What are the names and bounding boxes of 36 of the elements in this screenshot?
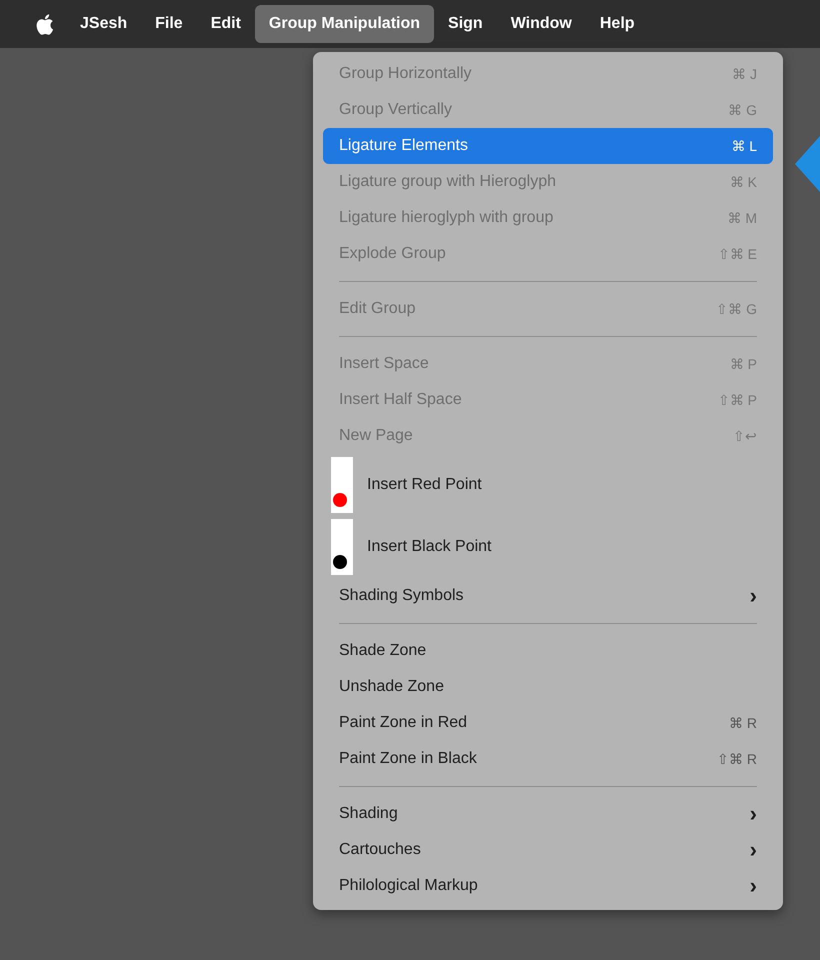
menu-bar-item[interactable]: Sign	[434, 5, 497, 43]
pointer-arrow-icon	[795, 136, 820, 192]
menu-item[interactable]: Insert Red Point	[323, 454, 773, 516]
menu-item[interactable]: Shade Zone	[323, 633, 773, 669]
menu-item[interactable]: Unshade Zone	[323, 669, 773, 705]
shortcut-label: ⌘ J	[732, 66, 757, 82]
shortcut-label: ⌘ R	[729, 715, 757, 731]
menu-item[interactable]: Paint Zone in Black ⇧⌘ R	[323, 741, 773, 777]
shortcut-label: ⇧↩	[733, 428, 757, 444]
menu-bar-item[interactable]: Edit	[196, 5, 255, 43]
submenu-item[interactable]: Shading Symbols ›	[323, 578, 773, 614]
shortcut-label: ⌘ L	[731, 138, 757, 154]
menu-bar-item[interactable]: File	[141, 5, 197, 43]
shortcut-label: ⌘ K	[730, 174, 757, 190]
shortcut-label: ⌘ G	[728, 102, 757, 118]
chevron-icon: ›	[750, 873, 757, 899]
menu-bar-item[interactable]: JSesh	[66, 5, 142, 43]
shortcut-label: ⇧⌘ R	[717, 751, 757, 767]
chevron-icon: ›	[750, 583, 757, 609]
shortcut-label: ⇧⌘ P	[718, 392, 757, 408]
submenu-item[interactable]: Philological Markup ›	[323, 868, 773, 904]
menu-bar-item[interactable]: Help	[586, 5, 649, 43]
shortcut-label: ⇧⌘ G	[716, 301, 757, 317]
menu-item[interactable]: Insert Black Point	[323, 516, 773, 578]
menu-item[interactable]: Ligature Elements ⌘ L	[323, 128, 773, 164]
apple-icon[interactable]	[36, 14, 54, 34]
menu-bar-item[interactable]: Window	[496, 5, 586, 43]
chevron-icon: ›	[750, 801, 757, 827]
submenu-item[interactable]: Shading ›	[323, 796, 773, 832]
menu-item[interactable]: Paint Zone in Red ⌘ R	[323, 705, 773, 741]
shortcut-label: ⌘ P	[730, 356, 757, 372]
menu-bar-item[interactable]: Group Manipulation	[254, 5, 434, 43]
shortcut-label: ⌘ M	[727, 210, 757, 226]
shortcut-label: ⇧⌘ E	[718, 246, 757, 262]
submenu-item[interactable]: Cartouches ›	[323, 832, 773, 868]
chevron-icon: ›	[750, 837, 757, 863]
